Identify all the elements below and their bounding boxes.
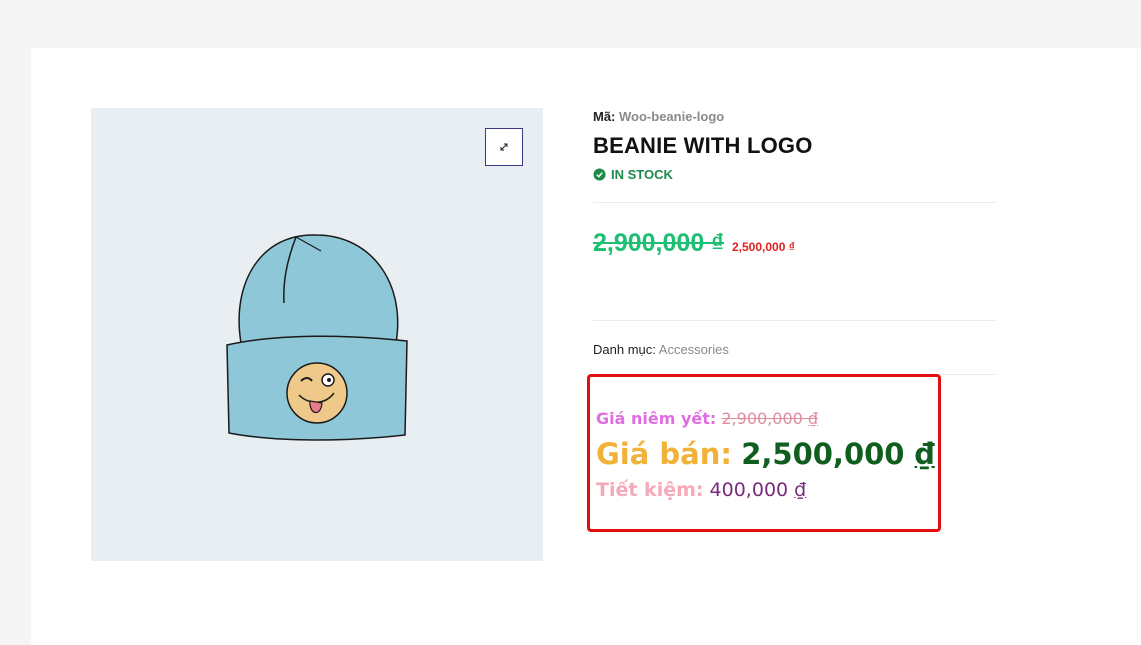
product-page: Mã: Woo-beanie-logo BEANIE WITH LOGO IN …: [31, 48, 1141, 645]
category-link[interactable]: Accessories: [659, 342, 729, 357]
beanie-image: [226, 234, 408, 441]
zoom-button[interactable]: [485, 128, 523, 166]
sale-price-line: Giá bán: 2,500,000 ₫: [596, 433, 935, 475]
price-breakdown: Giá niêm yết: 2,900,000 ₫ Giá bán: 2,500…: [596, 407, 935, 505]
savings-label: Tiết kiệm:: [596, 479, 704, 501]
sku-line: Mã: Woo-beanie-logo: [593, 108, 996, 126]
divider: [593, 202, 996, 203]
savings-line: Tiết kiệm: 400,000 ₫: [596, 475, 935, 505]
check-circle-icon: [593, 167, 606, 181]
category-line: Danh mục: Accessories: [593, 341, 996, 359]
sale-price-value: 2,500,000 ₫: [741, 437, 935, 471]
product-gallery: [91, 108, 543, 561]
currency-symbol: ₫: [914, 437, 935, 471]
divider: [593, 320, 996, 321]
regular-price: 2,900,000 ₫: [593, 229, 724, 257]
currency-symbol: ₫: [794, 479, 807, 501]
price-row: 2,900,000 ₫ 2,500,000 ₫: [593, 229, 996, 259]
savings-value: 400,000 ₫: [710, 479, 807, 501]
product-title: BEANIE WITH LOGO: [593, 133, 813, 158]
sale-price: 2,500,000 ₫: [732, 240, 795, 254]
expand-icon: [500, 143, 508, 151]
sku-label: Mã:: [593, 109, 616, 124]
category-label: Danh mục:: [593, 342, 656, 357]
listed-price-label: Giá niêm yết:: [596, 409, 717, 428]
stock-label: IN STOCK: [611, 166, 673, 182]
listed-price-value: 2,900,000 ₫: [721, 409, 818, 428]
sale-price-label: Giá bán:: [596, 437, 732, 471]
stock-status: IN STOCK: [593, 165, 996, 183]
listed-price-line: Giá niêm yết: 2,900,000 ₫: [596, 407, 935, 431]
sale-price-amount: 2,500,000: [741, 437, 905, 471]
price-highlight-box: Giá niêm yết: 2,900,000 ₫ Giá bán: 2,500…: [587, 374, 941, 532]
savings-amount: 400,000: [709, 479, 789, 501]
sku-value: Woo-beanie-logo: [619, 109, 725, 124]
listed-price-amount: 2,900,000: [721, 409, 803, 428]
currency-symbol: ₫: [807, 409, 819, 428]
product-summary: Mã: Woo-beanie-logo BEANIE WITH LOGO IN …: [593, 108, 996, 375]
